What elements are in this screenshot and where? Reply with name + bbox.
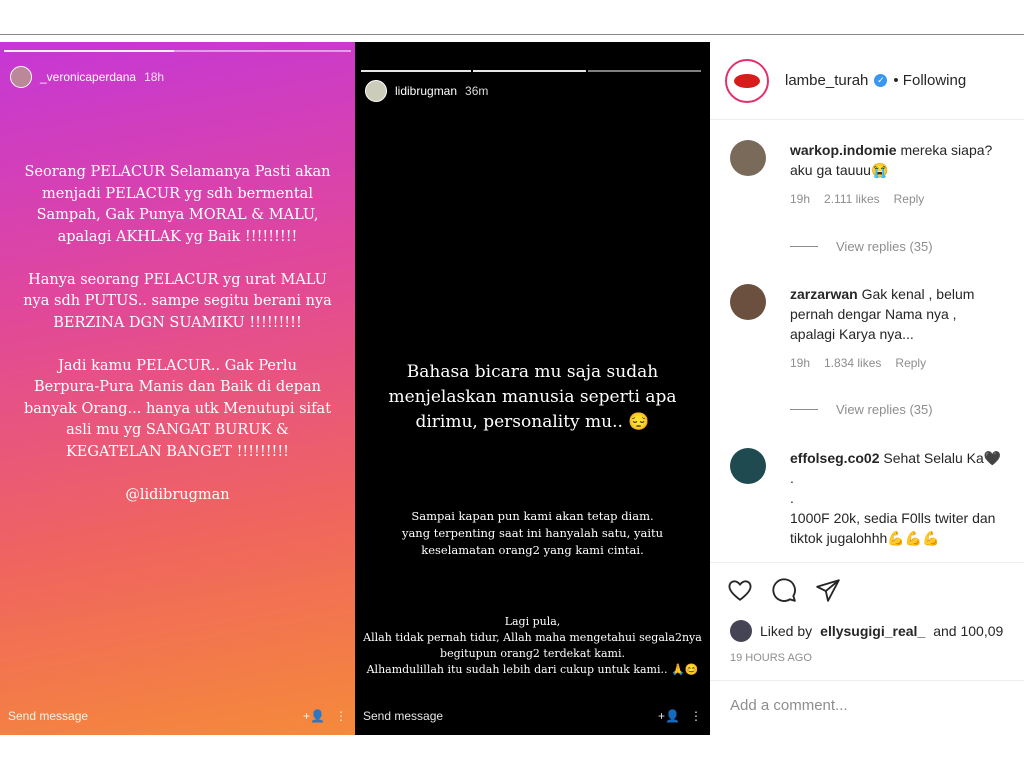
share-icon[interactable] (814, 577, 842, 603)
story-text-bottom: Lagi pula, Allah tidak pernah tidur, All… (363, 615, 702, 676)
story-text-mid: Sampai kapan pun kami akan tetap diam. y… (401, 509, 664, 557)
story-time: 36m (465, 84, 489, 98)
send-message-input[interactable]: Send message (363, 709, 443, 723)
username[interactable]: lidibrugman (395, 84, 457, 98)
story-progress (361, 70, 471, 72)
post-header: lambe_turah ✓ • Following (710, 42, 1024, 120)
story-right[interactable]: lidibrugman 36m Bahasa bicara mu saja su… (355, 42, 710, 735)
story-progress (588, 70, 701, 72)
likes-count[interactable]: and 100,09 (933, 623, 1003, 639)
comment-likes[interactable]: 2.111 likes (824, 192, 880, 206)
post-time: 19 HOURS AGO (730, 652, 812, 664)
view-replies-button[interactable]: View replies (35) (790, 239, 933, 254)
verified-badge-icon: ✓ (874, 74, 888, 87)
story-progress (4, 50, 174, 52)
comment-user[interactable]: zarzarwan (790, 286, 858, 302)
story-header: lidibrugman 36m (365, 80, 488, 102)
comment: zarzarwan Gak kenal , belum pernah denga… (730, 284, 1024, 370)
comment-time: 19h (790, 192, 811, 206)
add-person-icon[interactable]: +👤 (303, 709, 325, 723)
story-left[interactable]: _veronicaperdana 18h Seorang PELACUR Sel… (0, 42, 355, 735)
avatar (730, 620, 752, 642)
liked-by: Liked by ellysugigi_real_ and 100,09 (730, 620, 1003, 642)
comment-time: 19h (790, 356, 811, 370)
avatar[interactable] (730, 284, 766, 320)
story-time: 18h (144, 70, 165, 84)
liked-by-user[interactable]: ellysugigi_real_ (820, 623, 925, 639)
avatar[interactable] (730, 448, 766, 484)
story-footer: Send message +👤 ⋮ (363, 709, 702, 723)
story-text: Seorang PELACUR Selamanya Pasti akan men… (23, 164, 332, 503)
view-replies-button[interactable]: View replies (35) (790, 402, 933, 417)
reply-button[interactable]: Reply (895, 356, 926, 370)
comment-user[interactable]: effolseg.co02 (790, 450, 879, 466)
story-footer: Send message +👤 ⋮ (8, 709, 347, 723)
story-progress (473, 70, 586, 72)
comment: effolseg.co02 Sehat Selalu Ka🖤 . . 1000F… (730, 448, 1024, 548)
avatar[interactable] (10, 66, 32, 88)
lips-logo-icon (734, 73, 760, 88)
heart-icon[interactable] (726, 577, 754, 603)
story-progress (174, 50, 351, 52)
comment-likes[interactable]: 1.834 likes (824, 356, 881, 370)
comment-user[interactable]: warkop.indomie (790, 142, 897, 158)
post-panel: lambe_turah ✓ • Following warkop.indomie… (710, 42, 1024, 735)
story-text-main: Bahasa bicara mu saja sudah menjelaskan … (388, 362, 677, 432)
add-person-icon[interactable]: +👤 (658, 709, 680, 723)
add-comment-input[interactable]: Add a comment... (710, 680, 1024, 730)
post-actions (710, 562, 1024, 617)
avatar[interactable] (365, 80, 387, 102)
story-header: _veronicaperdana 18h (10, 66, 164, 88)
comment-icon[interactable] (770, 577, 798, 603)
more-icon[interactable]: ⋮ (335, 709, 347, 723)
username[interactable]: _veronicaperdana (40, 70, 136, 84)
avatar[interactable] (730, 140, 766, 176)
profile-avatar[interactable] (725, 58, 769, 103)
more-icon[interactable]: ⋮ (690, 709, 702, 723)
comment: warkop.indomie mereka siapa? aku ga tauu… (730, 140, 1024, 206)
send-message-input[interactable]: Send message (8, 709, 88, 723)
divider (0, 34, 1024, 35)
post-username[interactable]: lambe_turah (785, 72, 868, 89)
reply-button[interactable]: Reply (894, 192, 925, 206)
following-button[interactable]: • Following (893, 72, 966, 89)
